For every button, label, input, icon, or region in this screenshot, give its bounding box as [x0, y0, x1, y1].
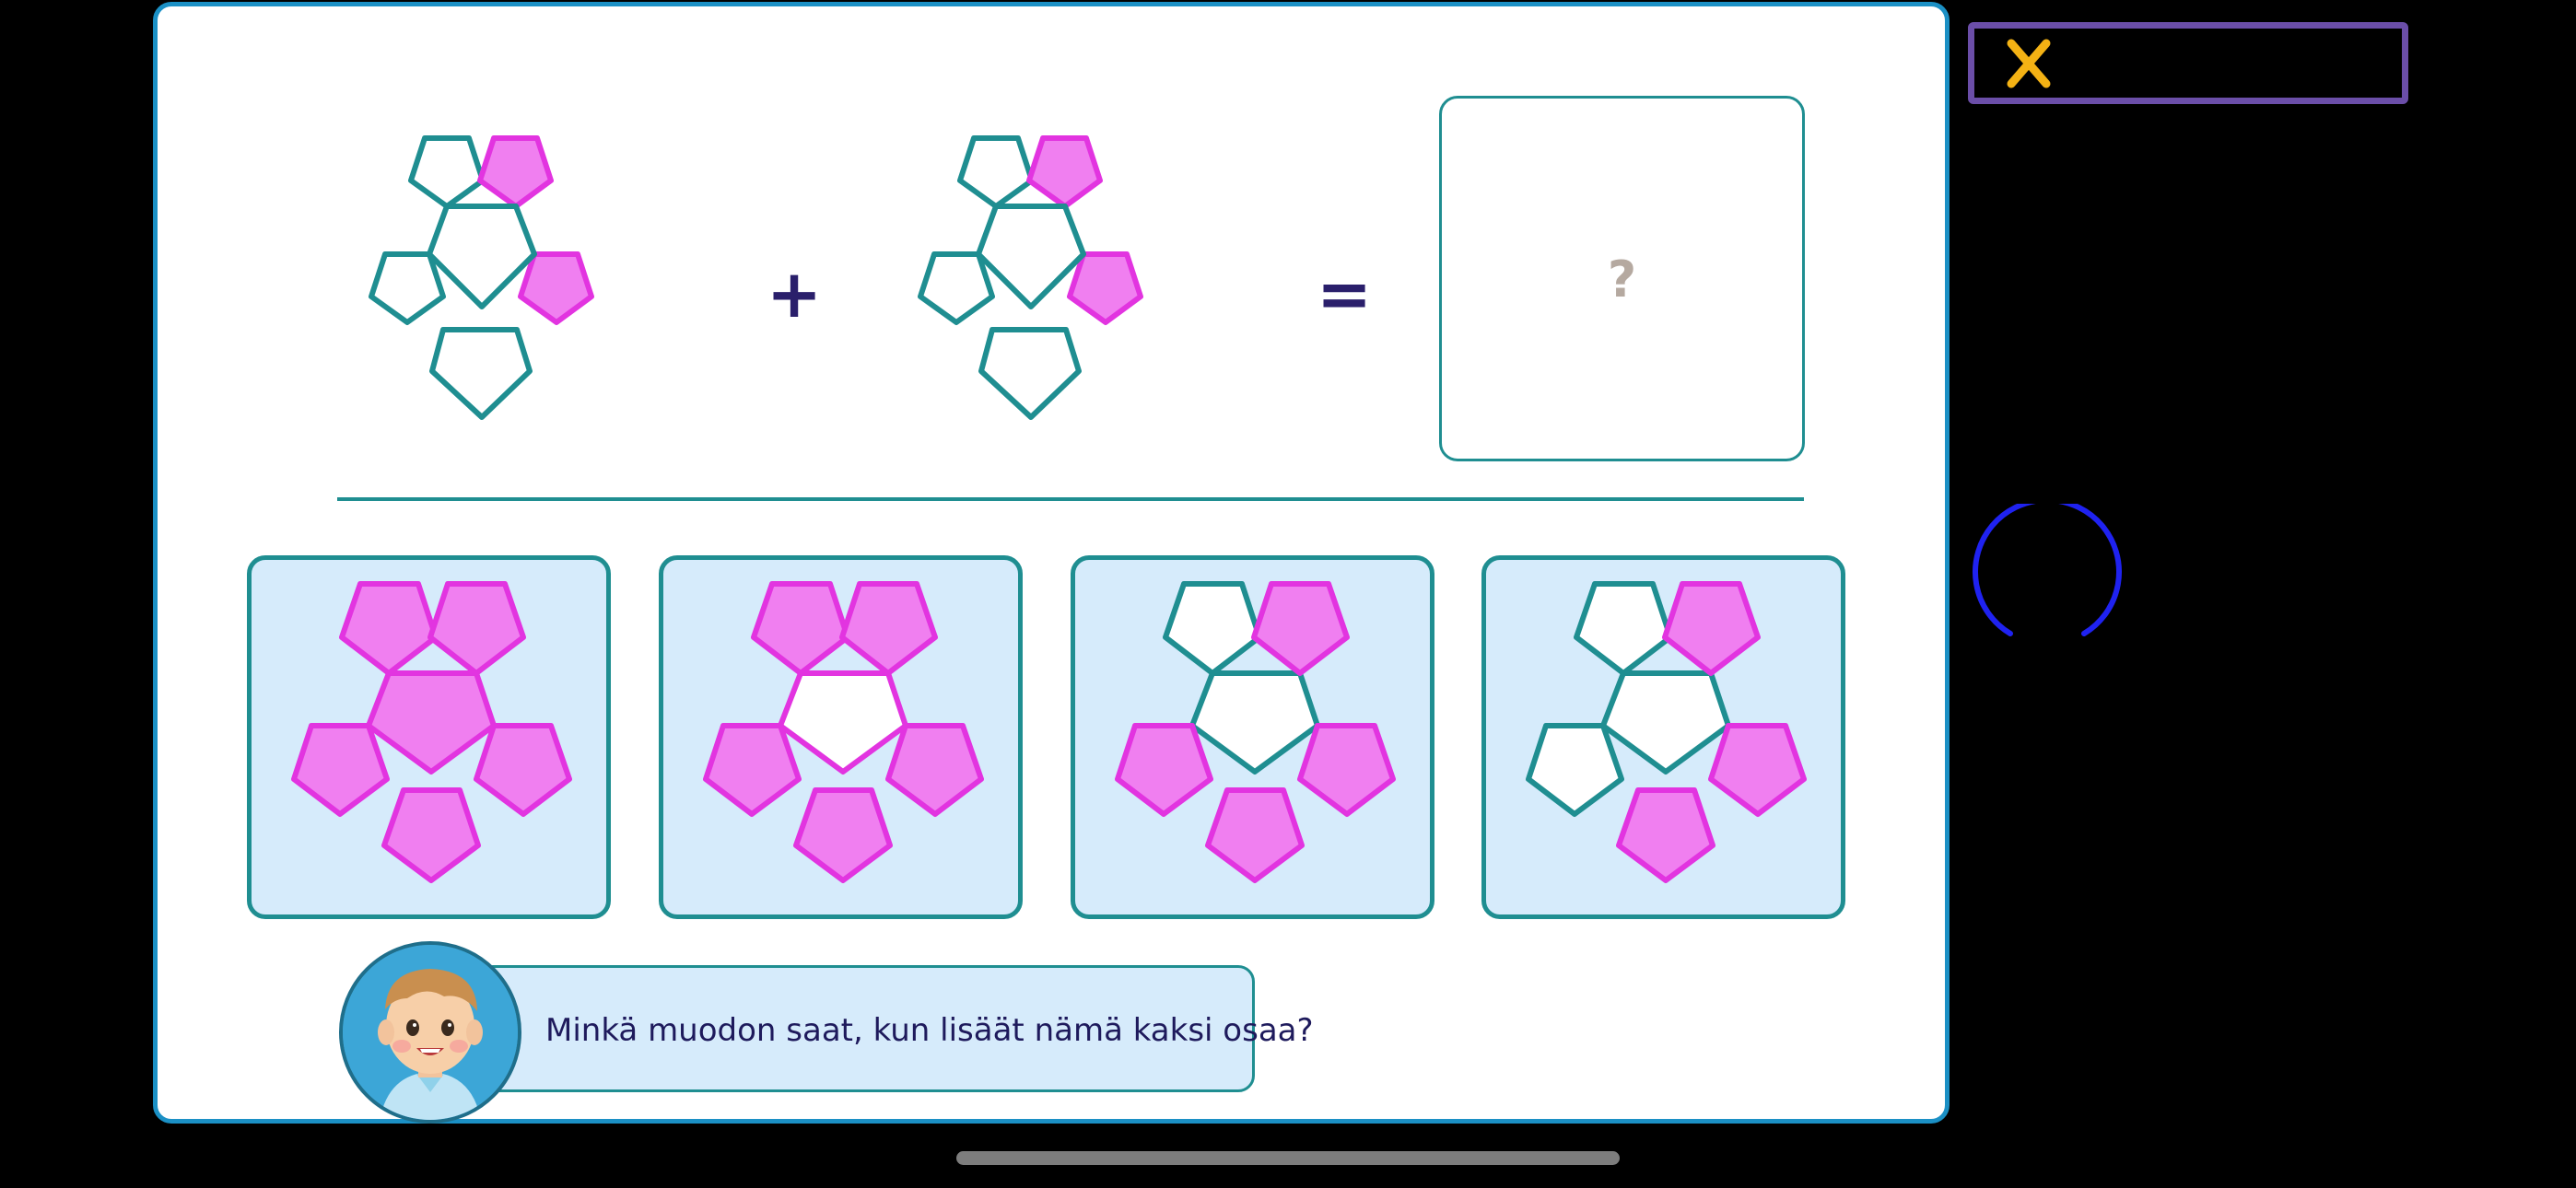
boy-avatar	[339, 941, 521, 1124]
loading-spinner-icon	[1973, 504, 2122, 636]
option-shape-3	[1115, 581, 1396, 883]
option-shape-2	[703, 581, 984, 883]
equals-sign: =	[1316, 255, 1373, 332]
speech-bubble: Minkä muodon saat, kun lisäät nämä kaksi…	[476, 965, 1314, 1092]
answer-placeholder: ?	[1607, 250, 1637, 309]
plus-sign: +	[766, 255, 823, 332]
close-button[interactable]	[1968, 22, 2408, 104]
prompt-text: Minkä muodon saat, kun lisäät nämä kaksi…	[545, 1012, 1314, 1049]
option-card-2[interactable]	[659, 555, 1023, 919]
option-shape-1	[291, 581, 572, 883]
option-card-1[interactable]	[247, 555, 611, 919]
divider-line	[337, 497, 1804, 501]
home-indicator[interactable]	[956, 1151, 1620, 1165]
option-card-4[interactable]	[1481, 555, 1845, 919]
option-shape-4	[1526, 581, 1807, 883]
option-card-3[interactable]	[1071, 555, 1434, 919]
answer-drop-zone[interactable]: ?	[1439, 96, 1805, 461]
puzzle-panel: + = ? Minkä muodon saat, kun lisäät nämä…	[153, 2, 1950, 1124]
operand-shape-2	[918, 135, 1143, 420]
operand-shape-1	[369, 135, 594, 420]
close-icon	[2002, 36, 2057, 100]
